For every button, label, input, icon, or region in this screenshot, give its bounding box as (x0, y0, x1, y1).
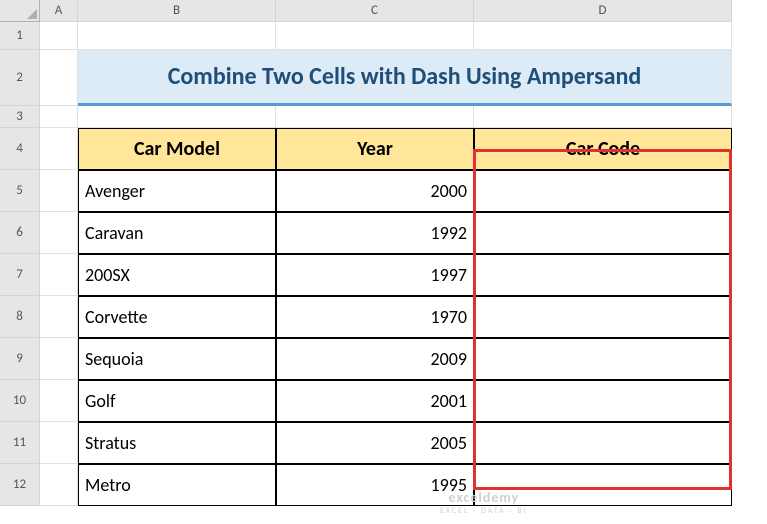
cell-A9[interactable] (40, 338, 78, 380)
cell-A7[interactable] (40, 254, 78, 296)
row-header-5[interactable]: 5 (0, 170, 40, 212)
col-header-A[interactable]: A (40, 0, 78, 22)
row-header-3[interactable]: 3 (0, 106, 40, 128)
cell-C1[interactable] (276, 22, 474, 50)
cell-model-4[interactable]: Sequoia (78, 338, 276, 380)
col-header-B[interactable]: B (78, 0, 276, 22)
cell-C3[interactable] (276, 106, 474, 128)
select-all-corner[interactable] (0, 0, 40, 22)
cell-code-2[interactable] (474, 254, 732, 296)
cell-A6[interactable] (40, 212, 78, 254)
cell-code-4[interactable] (474, 338, 732, 380)
cell-code-0[interactable] (474, 170, 732, 212)
cell-A11[interactable] (40, 422, 78, 464)
cell-A8[interactable] (40, 296, 78, 338)
cell-code-6[interactable] (474, 422, 732, 464)
row-header-9[interactable]: 9 (0, 338, 40, 380)
cell-A4[interactable] (40, 128, 78, 170)
spreadsheet-grid: A B C D 1 2 Combine Two Cells with Dash … (0, 0, 767, 506)
cell-code-5[interactable] (474, 380, 732, 422)
cell-A10[interactable] (40, 380, 78, 422)
cell-year-2[interactable]: 1997 (276, 254, 474, 296)
cell-A1[interactable] (40, 22, 78, 50)
cell-B1[interactable] (78, 22, 276, 50)
row-header-8[interactable]: 8 (0, 296, 40, 338)
cell-year-6[interactable]: 2005 (276, 422, 474, 464)
cell-year-1[interactable]: 1992 (276, 212, 474, 254)
cell-model-5[interactable]: Golf (78, 380, 276, 422)
cell-model-7[interactable]: Metro (78, 464, 276, 506)
cell-code-3[interactable] (474, 296, 732, 338)
cell-year-5[interactable]: 2001 (276, 380, 474, 422)
watermark-main: exceldemy (449, 489, 520, 506)
row-header-1[interactable]: 1 (0, 22, 40, 50)
row-header-7[interactable]: 7 (0, 254, 40, 296)
header-model[interactable]: Car Model (78, 128, 276, 170)
cell-A2[interactable] (40, 50, 78, 106)
watermark: exceldemy EXCEL · DATA · BI (440, 489, 528, 516)
cell-year-0[interactable]: 2000 (276, 170, 474, 212)
cell-A3[interactable] (40, 106, 78, 128)
col-header-C[interactable]: C (276, 0, 474, 22)
cell-A12[interactable] (40, 464, 78, 506)
watermark-sub: EXCEL · DATA · BI (440, 506, 528, 516)
cell-year-4[interactable]: 2009 (276, 338, 474, 380)
cell-D1[interactable] (474, 22, 732, 50)
cell-model-3[interactable]: Corvette (78, 296, 276, 338)
row-header-6[interactable]: 6 (0, 212, 40, 254)
row-header-4[interactable]: 4 (0, 128, 40, 170)
cell-model-2[interactable]: 200SX (78, 254, 276, 296)
title-cell[interactable]: Combine Two Cells with Dash Using Ampers… (78, 50, 732, 106)
row-header-10[interactable]: 10 (0, 380, 40, 422)
cell-A5[interactable] (40, 170, 78, 212)
cell-code-1[interactable] (474, 212, 732, 254)
cell-model-6[interactable]: Stratus (78, 422, 276, 464)
cell-year-3[interactable]: 1970 (276, 296, 474, 338)
cell-model-0[interactable]: Avenger (78, 170, 276, 212)
cell-B3[interactable] (78, 106, 276, 128)
header-code[interactable]: Car Code (474, 128, 732, 170)
col-header-D[interactable]: D (474, 0, 732, 22)
header-year[interactable]: Year (276, 128, 474, 170)
cell-D3[interactable] (474, 106, 732, 128)
row-header-2[interactable]: 2 (0, 50, 40, 106)
cell-model-1[interactable]: Caravan (78, 212, 276, 254)
row-header-11[interactable]: 11 (0, 422, 40, 464)
row-header-12[interactable]: 12 (0, 464, 40, 506)
